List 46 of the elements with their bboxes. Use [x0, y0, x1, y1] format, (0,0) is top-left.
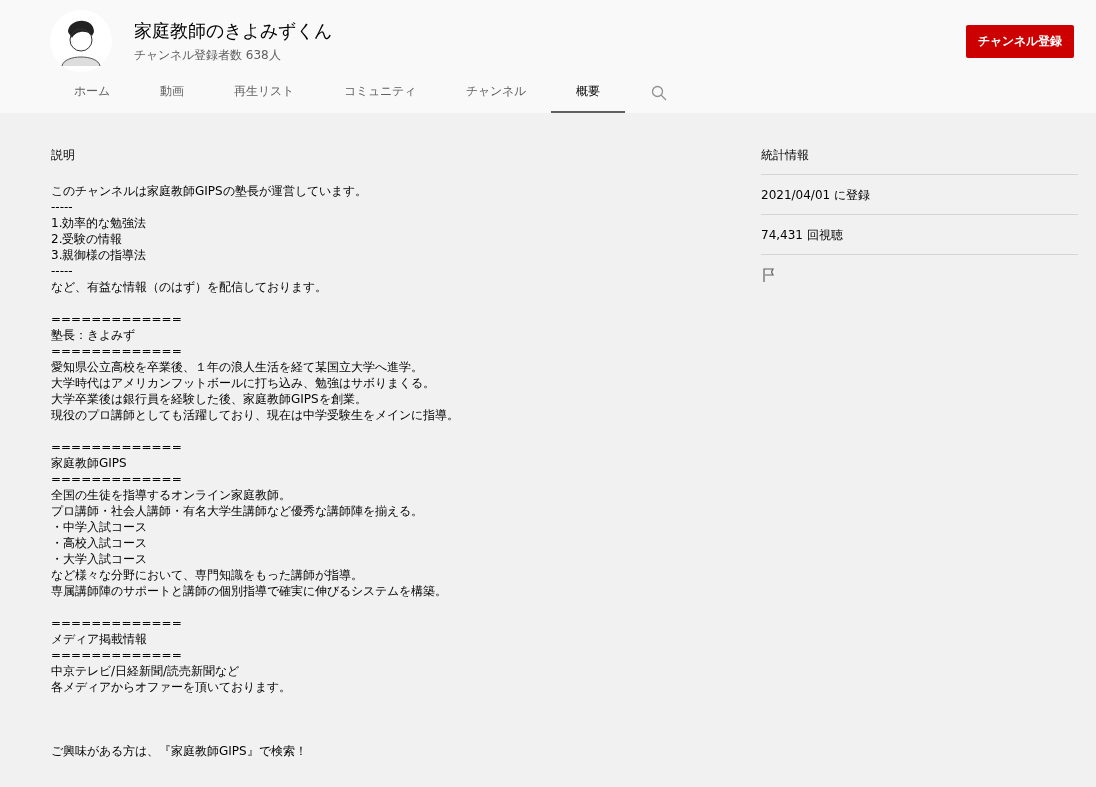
description-line: など、有益な情報（のはず）を配信しております。	[51, 279, 327, 295]
description-line: 1.効率的な勉強法	[51, 215, 147, 231]
description-line: =============	[51, 647, 182, 663]
tab[interactable]: 再生リスト	[209, 72, 319, 113]
avatar-icon	[50, 10, 112, 72]
description-line: =============	[51, 311, 182, 327]
stats-heading: 統計情報	[761, 147, 810, 163]
description-line: 大学時代はアメリカンフットボールに打ち込み、勉強はサボりまくる。	[51, 375, 435, 391]
search-icon[interactable]	[651, 84, 667, 101]
description-line: 現役のプロ講師としても活躍しており、現在は中学受験生をメインに指導。	[51, 407, 459, 423]
description-line: =============	[51, 439, 182, 455]
tab[interactable]: 動画	[135, 72, 209, 113]
description-line: このチャンネルは家庭教師GIPSの塾長が運営しています。	[51, 183, 367, 199]
subscribe-button[interactable]: チャンネル登録	[966, 24, 1074, 58]
description-line: -----	[51, 199, 73, 215]
description-line: 3.親御様の指導法	[51, 247, 147, 263]
flag-icon[interactable]	[761, 267, 777, 283]
description-line: ・大学入試コース	[51, 551, 147, 567]
description-line: ・高校入試コース	[51, 535, 147, 551]
tab[interactable]: ホーム	[49, 72, 135, 113]
channel-name: 家庭教師のきよみずくん	[134, 18, 333, 43]
stats-item: 74,431 回視聴	[761, 227, 844, 243]
description-line: =============	[51, 471, 182, 487]
description-heading: 説明	[51, 147, 76, 163]
description-line: ご興味がある方は、『家庭教師GIPS』で検索！	[51, 743, 307, 759]
description-line: 2.受験の情報	[51, 231, 123, 247]
description-line: 愛知県公立高校を卒業後、１年の浪人生活を経て某国立大学へ進学。	[51, 359, 423, 375]
description-line: =============	[51, 615, 182, 631]
description-line: 家庭教師GIPS	[51, 455, 127, 471]
description-line: メディア掲載情報	[51, 631, 147, 647]
stats-item: 2021/04/01 に登録	[761, 187, 871, 203]
description-line: 各メディアからオファーを頂いております。	[51, 679, 291, 695]
description-line: 塾長：きよみず	[51, 327, 135, 343]
description-line: =============	[51, 343, 182, 359]
description-line: -----	[51, 263, 73, 279]
description-line: 中京テレビ/日経新聞/読売新聞など	[51, 663, 240, 679]
description-line: 全国の生徒を指導するオンライン家庭教師。	[51, 487, 291, 503]
description-line: 大学卒業後は銀行員を経験した後、家庭教師GIPSを創業。	[51, 391, 367, 407]
description-line: プロ講師・社会人講師・有名大学生講師など優秀な講師陣を揃える。	[51, 503, 423, 519]
tab[interactable]: 概要	[551, 72, 625, 113]
description-line: など様々な分野において、専門知識をもった講師が指導。	[51, 567, 363, 583]
description-line: ・中学入試コース	[51, 519, 147, 535]
tab[interactable]: コミュニティ	[319, 72, 441, 113]
tab[interactable]: チャンネル	[441, 72, 551, 113]
subscriber-count: チャンネル登録者数 638人	[134, 46, 282, 64]
description-line: 専属講師陣のサポートと講師の個別指導で確実に伸びるシステムを構築。	[51, 583, 447, 599]
